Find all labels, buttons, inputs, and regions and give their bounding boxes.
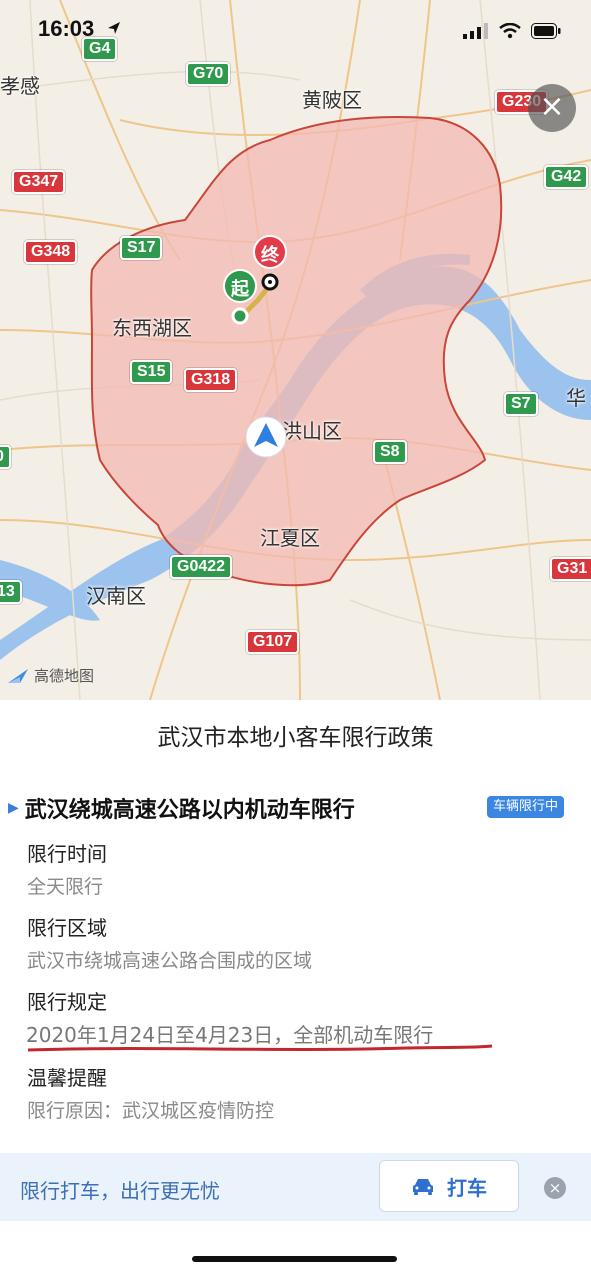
taxi-button[interactable]: 打车 (379, 1160, 519, 1212)
place-jiangxia: 江夏区 (260, 526, 320, 550)
section-label-rule: 限行规定 (27, 990, 107, 1014)
start-marker-label: 起 (231, 279, 249, 300)
section-label-area: 限行区域 (27, 916, 107, 940)
road-shield-s15: S15 (130, 360, 173, 384)
road-shield-g318: G318 (184, 368, 238, 392)
road-shield-s8: S8 (373, 440, 407, 464)
amap-logo-text: 高德地图 (34, 667, 95, 685)
policy-heading[interactable]: ▶ 武汉绕城高速公路以内机动车限行 (8, 792, 355, 824)
location-services-icon (108, 22, 120, 34)
road-shield-g348: G348 (24, 240, 78, 264)
close-button[interactable]: × (528, 84, 576, 132)
section-value-time: 全天限行 (27, 876, 104, 898)
taxi-promo-bar: 限行打车，出行更无忧 打车 × (0, 1153, 591, 1221)
amap-logo-icon (8, 668, 28, 683)
section-value-reminder: 限行原因：武汉城区疫情防控 (27, 1100, 275, 1122)
map-view[interactable]: 16:03 孝感 黄陂区 东西湖区 洪山区 江夏区 汉南区 华 G4 G70 G… (0, 0, 591, 700)
status-icons (463, 22, 561, 40)
promo-text: 限行打车，出行更无忧 (20, 1179, 220, 1203)
road-shield-g70: G70 (186, 62, 231, 86)
restricted-zone (90, 116, 503, 587)
wifi-icon (499, 23, 521, 39)
section-label-reminder: 温馨提醒 (27, 1066, 107, 1090)
place-huangpi: 黄陂区 (302, 88, 362, 112)
promo-close-icon[interactable]: × (544, 1177, 566, 1199)
road-shield-g0422: G0422 (170, 555, 233, 579)
place-hua: 华 (566, 386, 586, 410)
place-dongxihu: 东西湖区 (112, 316, 192, 340)
status-badge: 车辆限行中 (487, 796, 565, 818)
place-hongshan: 洪山区 (282, 419, 342, 443)
place-hannan: 汉南区 (86, 584, 146, 608)
policy-heading-text: 武汉绕城高速公路以内机动车限行 (24, 798, 355, 823)
road-shield-0: 0 (0, 445, 11, 469)
panel-title: 武汉市本地小客车限行政策 (157, 725, 434, 751)
road-shield-g31: G31 (550, 557, 591, 581)
road-shield-g4: G4 (82, 37, 118, 61)
current-location-icon[interactable] (244, 415, 288, 459)
handwritten-underline (27, 1044, 493, 1052)
road-shield-g42: G42 (544, 165, 589, 189)
taxi-button-label: 打车 (447, 1175, 487, 1200)
car-icon (413, 1179, 433, 1195)
expand-triangle-icon: ▶ (8, 800, 19, 816)
signal-icon (463, 23, 488, 39)
road-shield-g347: G347 (12, 170, 66, 194)
section-label-time: 限行时间 (27, 842, 107, 866)
road-shield-s17: S17 (120, 236, 163, 260)
road-shield-g107: G107 (246, 630, 300, 654)
road-shield-13: 13 (0, 580, 22, 604)
battery-icon (531, 23, 561, 39)
road-shield-s7: S7 (504, 392, 538, 416)
section-value-area: 武汉市绕城高速公路合围成的区域 (27, 950, 313, 972)
end-marker-label: 终 (261, 245, 279, 266)
home-indicator[interactable] (192, 1256, 397, 1262)
amap-logo: 高德地图 (6, 665, 94, 686)
place-xiaogan: 孝感 (0, 74, 40, 98)
